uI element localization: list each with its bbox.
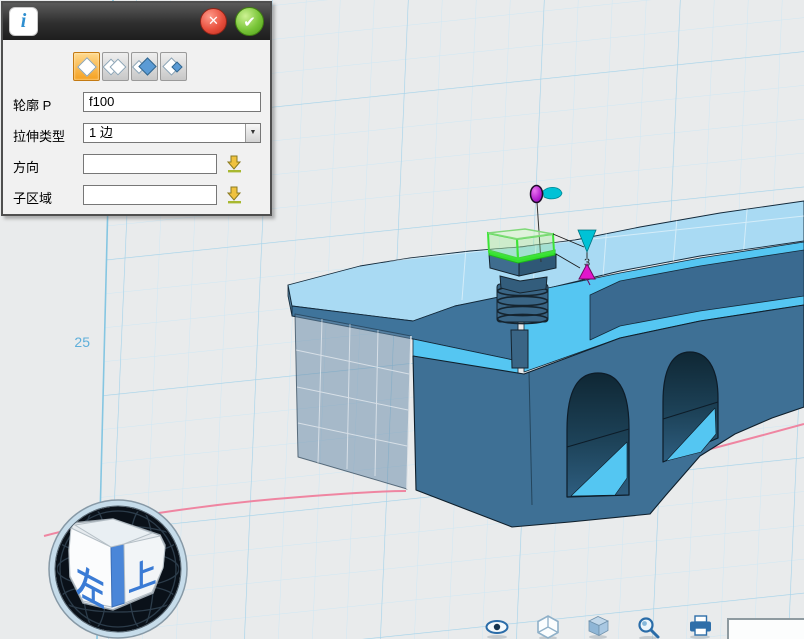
view-cube[interactable]: 左 上 前 — [49, 500, 187, 638]
grid-ruler-label: 25 — [74, 334, 90, 350]
direction-label: 方向 — [13, 157, 39, 176]
profile-diamond-dot-button[interactable] — [160, 52, 187, 81]
pick-arrow-icon — [225, 154, 244, 173]
cancel-x-icon: ✕ — [208, 14, 219, 29]
diamond-icon — [77, 57, 97, 77]
corner-panel — [727, 618, 804, 639]
extrude-type-select[interactable]: 1 边 ▼ — [83, 123, 261, 143]
subregion-label: 子区域 — [13, 188, 52, 207]
subregion-input[interactable] — [83, 185, 217, 205]
extrude-property-dialog: i ✕ ✔ — [1, 1, 272, 216]
chevron-down-icon[interactable]: ▼ — [245, 124, 260, 142]
direction-input[interactable] — [83, 154, 217, 174]
profile-input[interactable]: f100 — [83, 92, 261, 112]
dialog-titlebar[interactable]: i ✕ ✔ — [3, 3, 270, 40]
profile-single-diamond-button[interactable] — [73, 52, 100, 81]
info-glyph: i — [21, 10, 27, 33]
pick-arrow-icon — [225, 185, 244, 204]
extrude-type-label: 拉伸类型 — [13, 126, 65, 145]
subregion-picker-button[interactable] — [224, 185, 244, 205]
profile-label: 轮廓 P — [13, 95, 51, 114]
profile-mode-toolbar — [73, 52, 187, 81]
profile-value: f100 — [89, 94, 114, 109]
cancel-button[interactable]: ✕ — [200, 8, 227, 35]
arch-opening[interactable] — [567, 373, 629, 497]
info-icon[interactable]: i — [9, 7, 38, 36]
confirm-check-icon: ✔ — [243, 13, 256, 31]
cad-application-window: 25 — [0, 0, 804, 639]
wireframe-cube-icon[interactable] — [538, 616, 558, 638]
blue-diamond-icon — [138, 57, 156, 75]
visibility-icon[interactable] — [487, 621, 508, 633]
profile-diamond-blue-button[interactable] — [131, 52, 158, 81]
view-cube-front-edge[interactable] — [111, 544, 125, 607]
extrude-type-value: 1 边 — [89, 125, 113, 140]
profile-double-diamond-button[interactable] — [102, 52, 129, 81]
confirm-button[interactable]: ✔ — [235, 7, 264, 36]
direction-picker-button[interactable] — [224, 154, 244, 174]
